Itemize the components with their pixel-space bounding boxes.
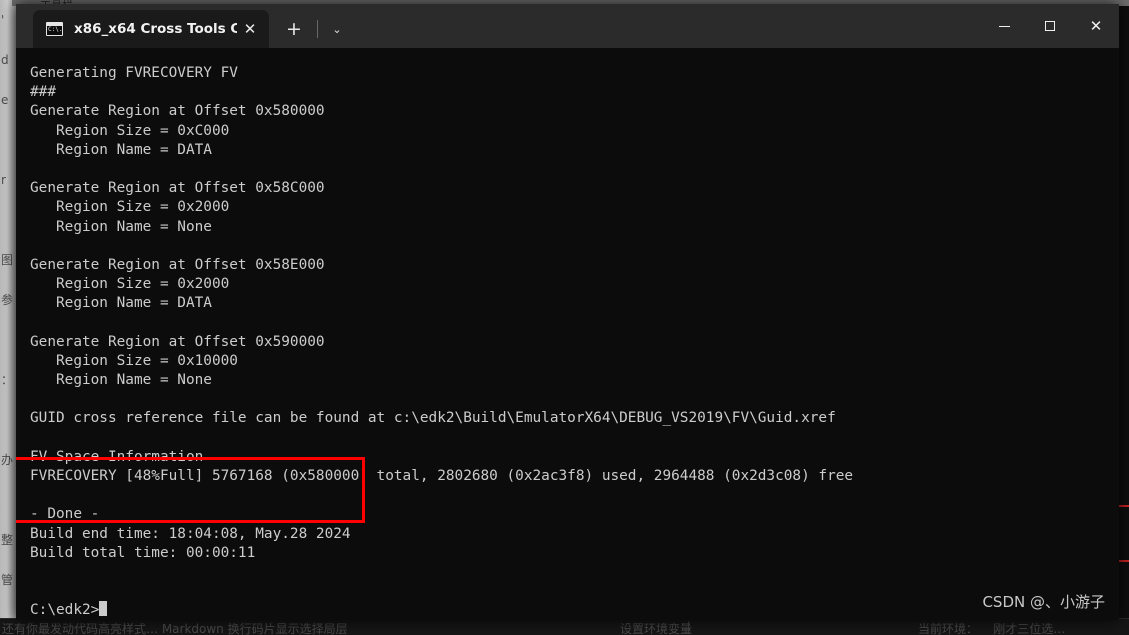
tab-separator — [317, 20, 318, 38]
console-line: FV Space Information — [30, 448, 204, 465]
tab-title: x86_x64 Cross Tools Comman — [74, 21, 237, 37]
console-line: Region Size = 0x2000 — [30, 276, 230, 293]
console-line: FVRECOVERY [48%Full] 5767168 (0x580000) … — [30, 467, 854, 484]
new-tab-button[interactable]: + — [275, 10, 313, 48]
console-line: Region Size = 0xC000 — [30, 122, 230, 139]
console-line: Generate Region at Offset 0x580000 — [30, 103, 325, 120]
minimize-icon — [998, 25, 1010, 27]
terminal-window: x86_x64 Cross Tools Comman ✕ + ⌄ ✕ Gener… — [16, 4, 1119, 620]
maximize-button[interactable] — [1027, 4, 1073, 48]
command-prompt-line[interactable]: C:\edk2> — [30, 601, 1119, 620]
console-line: Generate Region at Offset 0x58E000 — [30, 256, 325, 273]
console-icon — [46, 22, 63, 36]
console-line: Generating FVRECOVERY FV — [30, 65, 238, 81]
background-webpage-text: ' d e r 图 参 ： 办 整 管 设 — [1, 13, 14, 587]
console-line: Generate Region at Offset 0x590000 — [30, 333, 325, 350]
terminal-body[interactable]: Generating FVRECOVERY FV ### Generate Regi… — [16, 48, 1119, 620]
close-tab-icon[interactable]: ✕ — [237, 16, 263, 42]
taskbar-item-label[interactable]: 设置环境变量 — [620, 620, 692, 635]
text-cursor — [99, 601, 108, 617]
taskbar-item-label[interactable]: 还有你最发动代码高亮样式… Markdown 换行码片显示选择局层 — [2, 620, 348, 635]
console-line: Region Name = None — [30, 372, 212, 388]
console-line: Build end time: 18:04:08, May.28 2024 — [30, 525, 351, 542]
console-line: Generate Region at Offset 0x58C000 — [30, 180, 325, 197]
tab-strip: x86_x64 Cross Tools Comman ✕ + ⌄ — [16, 4, 352, 48]
console-line: Build total time: 00:00:11 — [30, 544, 256, 561]
console-line: Region Name = DATA — [30, 141, 212, 158]
prompt-text: C:\edk2> — [30, 602, 100, 619]
taskbar: 还有你最发动代码高亮样式… Markdown 换行码片显示选择局层 设置环境变量… — [0, 618, 1129, 635]
console-line: Region Size = 0x10000 — [30, 352, 238, 369]
close-window-button[interactable]: ✕ — [1073, 4, 1119, 48]
console-line: - Done - — [30, 506, 100, 523]
console-line: ### — [30, 84, 56, 101]
console-line: Region Name = None — [30, 218, 212, 235]
tab-cross-tools-command-prompt[interactable]: x86_x64 Cross Tools Comman ✕ — [33, 10, 269, 48]
title-bar: x86_x64 Cross Tools Comman ✕ + ⌄ ✕ — [16, 4, 1119, 48]
taskbar-item-label[interactable]: 当前环境： 刚才三位选… — [918, 620, 1065, 635]
maximize-icon — [1045, 21, 1055, 31]
chevron-down-icon[interactable]: ⌄ — [322, 10, 352, 48]
console-line: Region Name = DATA — [30, 295, 212, 312]
window-controls: ✕ — [981, 4, 1119, 48]
watermark: CSDN @、小游子 — [982, 593, 1105, 611]
console-line: Region Size = 0x2000 — [30, 199, 230, 216]
console-line: GUID cross reference file can be found a… — [30, 410, 836, 427]
background-webpage-sliver: ' d e r 图 参 ： 办 整 管 设 — [0, 0, 16, 620]
console-output: Generating FVRECOVERY FV ### Generate Regi… — [30, 64, 1119, 620]
minimize-button[interactable] — [981, 4, 1027, 48]
